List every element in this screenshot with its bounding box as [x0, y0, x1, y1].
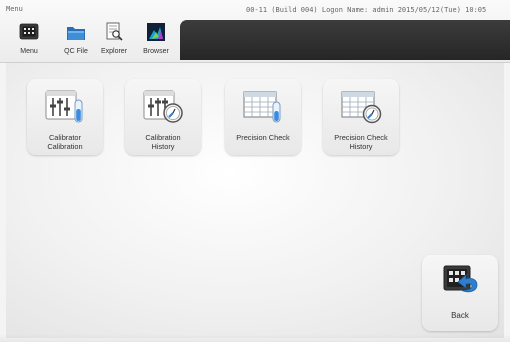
- precision-check-history-label: Precision Check History: [323, 133, 399, 151]
- calibration-history-icon: [143, 90, 183, 123]
- tile-label-line: Calibration: [145, 133, 181, 142]
- tile-label-line: Calibrator: [48, 133, 82, 142]
- toolbar-browser-button[interactable]: Browser: [139, 20, 173, 60]
- folder-icon: [67, 27, 85, 40]
- precision-history-icon: [341, 91, 382, 124]
- explorer-icon: [106, 22, 123, 41]
- menu-grid-icon: [19, 23, 39, 40]
- calibration-history-label: Calibration History: [125, 133, 201, 151]
- precision-check-label: Precision Check: [225, 133, 301, 142]
- main-content: Calibrator Calibration Calibration Histo…: [6, 63, 504, 338]
- precision-check-history-tile[interactable]: Precision Check History: [323, 79, 399, 155]
- toolbar-explorer-label: Explorer: [100, 48, 128, 55]
- application-window: Menu 00-11 (Build 004) Logon Name: admin…: [0, 0, 510, 342]
- toolbar-explorer-button[interactable]: Explorer: [97, 20, 131, 60]
- precision-check-tile[interactable]: Precision Check: [225, 79, 301, 155]
- calibration-history-tile[interactable]: Calibration History: [125, 79, 201, 155]
- tile-label-line: Calibration: [47, 142, 83, 151]
- back-label: Back: [451, 311, 469, 320]
- calibrator-calibration-tile[interactable]: Calibrator Calibration: [27, 79, 103, 155]
- tile-label-line: Precision Check: [334, 133, 388, 142]
- bottom-shade: [0, 334, 510, 342]
- top-bar: Menu 00-11 (Build 004) Logon Name: admin…: [0, 0, 510, 63]
- tile-label-line: Precision Check: [236, 133, 290, 142]
- toolbar-browser-label: Browser: [143, 48, 169, 55]
- back-arrow-icon: [443, 265, 478, 293]
- toolbar-menu-label: Menu: [20, 48, 38, 55]
- precision-check-icon: [243, 91, 281, 123]
- toolbar-qc-file-button[interactable]: QC File: [59, 20, 93, 60]
- screen-title: Menu: [6, 5, 23, 13]
- calibrator-calibration-label: Calibrator Calibration: [27, 133, 103, 151]
- toolbar-menu-button[interactable]: Menu: [12, 20, 46, 60]
- browser-icon: [147, 23, 165, 41]
- calibrator-sliders-icon: [45, 90, 83, 123]
- tile-label-line: History: [349, 142, 373, 151]
- tile-label-line: History: [151, 142, 175, 151]
- status-line: 00-11 (Build 004) Logon Name: admin 2015…: [246, 6, 487, 14]
- top-dark-panel: [180, 20, 510, 60]
- back-button[interactable]: Back: [422, 255, 498, 331]
